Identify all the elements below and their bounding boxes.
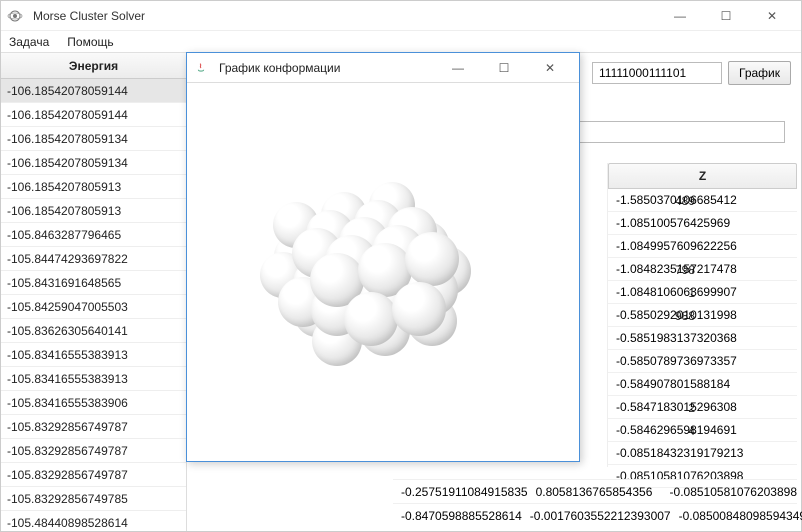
z-cell[interactable]: -1.0849957609622256 — [608, 235, 797, 258]
top-controls: График — [592, 61, 791, 85]
energy-row[interactable]: -105.83626305640141 — [1, 319, 186, 343]
graph-button[interactable]: График — [728, 61, 791, 85]
energy-list[interactable]: -106.18542078059144-106.18542078059144-1… — [1, 79, 186, 531]
z-cell[interactable]: -0.5850789736973357 — [608, 350, 797, 373]
energy-row[interactable]: -105.84474293697822 — [1, 247, 186, 271]
energy-row[interactable]: -105.83416555383913 — [1, 343, 186, 367]
energy-row[interactable]: -105.8463287796465 — [1, 223, 186, 247]
z-header: Z — [608, 163, 797, 189]
x-cell: -0.25751911084915835 — [393, 480, 528, 503]
energy-panel: Энергия -106.18542078059144-106.18542078… — [1, 53, 187, 531]
close-button[interactable]: ✕ — [749, 1, 795, 31]
graph-close-button[interactable]: ✕ — [527, 53, 573, 83]
graph-window-controls: — ☐ ✕ — [435, 53, 573, 83]
z-cell[interactable]: -1.0848235157217478 — [608, 258, 797, 281]
energy-row[interactable]: -105.83292856749787 — [1, 415, 186, 439]
energy-row[interactable]: -105.83292856749787 — [1, 439, 186, 463]
x-cell: -0.8470598885528614 — [393, 504, 522, 527]
app-icon — [7, 8, 23, 24]
energy-row[interactable]: -105.83292856749785 — [1, 487, 186, 511]
energy-row[interactable]: -106.18542078059144 — [1, 103, 186, 127]
energy-row[interactable]: -105.84259047005503 — [1, 295, 186, 319]
energy-row[interactable]: -106.18542078059144 — [1, 79, 186, 103]
graph-title: График конформации — [215, 61, 435, 75]
z-cell[interactable]: -1.5850370106685412 — [608, 189, 797, 212]
energy-row[interactable]: -106.18542078059134 — [1, 151, 186, 175]
graph-canvas[interactable] — [187, 83, 579, 461]
code-input[interactable] — [592, 62, 722, 84]
z-cell[interactable]: -0.5851983137320368 — [608, 327, 797, 350]
atom-sphere — [392, 282, 446, 336]
energy-row[interactable]: -105.83292856749787 — [1, 463, 186, 487]
z-cell[interactable]: -0.584907801588184 — [608, 373, 797, 396]
energy-row[interactable]: -106.1854207805913 — [1, 175, 186, 199]
main-title: Morse Cluster Solver — [29, 9, 657, 23]
z-cells[interactable]: -1.5850370106685412-1.085100576425969-1.… — [608, 189, 797, 488]
z-cell[interactable]: -0.08518432319179213 — [608, 442, 797, 465]
minimize-button[interactable]: — — [657, 1, 703, 31]
z-cell[interactable]: -0.5850292010131998 — [608, 304, 797, 327]
graph-titlebar[interactable]: График конформации — ☐ ✕ — [187, 53, 579, 83]
y-cell: 0.8058136765854356 — [528, 480, 662, 503]
energy-row[interactable]: -105.83416555383906 — [1, 391, 186, 415]
z-cell[interactable]: -1.0848106063699907 — [608, 281, 797, 304]
graph-minimize-button[interactable]: — — [435, 53, 481, 83]
maximize-button[interactable]: ☐ — [703, 1, 749, 31]
menu-help[interactable]: Помощь — [67, 35, 113, 49]
energy-row[interactable]: -106.1854207805913 — [1, 199, 186, 223]
atom-sphere — [344, 292, 398, 346]
energy-row[interactable]: -106.18542078059134 — [1, 127, 186, 151]
energy-row[interactable]: -105.48440898528614 — [1, 511, 186, 531]
menu-task[interactable]: Задача — [9, 35, 49, 49]
menubar: Задача Помощь — [1, 31, 801, 53]
main-titlebar: Morse Cluster Solver — ☐ ✕ — [1, 1, 801, 31]
energy-header: Энергия — [1, 53, 186, 79]
bottom-rows: -0.25751911084915835 0.8058136765854356 … — [393, 479, 797, 529]
window-controls: — ☐ ✕ — [657, 1, 795, 31]
graph-maximize-button[interactable]: ☐ — [481, 53, 527, 83]
java-icon — [193, 60, 209, 76]
y-cell: -0.0017603552212393007 — [522, 504, 671, 527]
table-row[interactable]: -0.25751911084915835 0.8058136765854356 … — [393, 479, 797, 503]
z-cell[interactable]: -0.5847183015296308 — [608, 396, 797, 419]
z-cell[interactable]: -0.5846296598194691 — [608, 419, 797, 442]
z-cell: -0.08500848098594349691 — [671, 504, 802, 527]
z-cell[interactable]: -1.085100576425969 — [608, 212, 797, 235]
energy-row[interactable]: -105.8431691648565 — [1, 271, 186, 295]
table-row[interactable]: -0.8470598885528614 -0.00176035522123930… — [393, 503, 797, 527]
graph-window: График конформации — ☐ ✕ — [186, 52, 580, 462]
energy-row[interactable]: -105.83416555383913 — [1, 367, 186, 391]
z-column: Z -1.5850370106685412-1.085100576425969-… — [607, 163, 797, 467]
z-cell: -0.08510581076203898 — [662, 480, 797, 503]
